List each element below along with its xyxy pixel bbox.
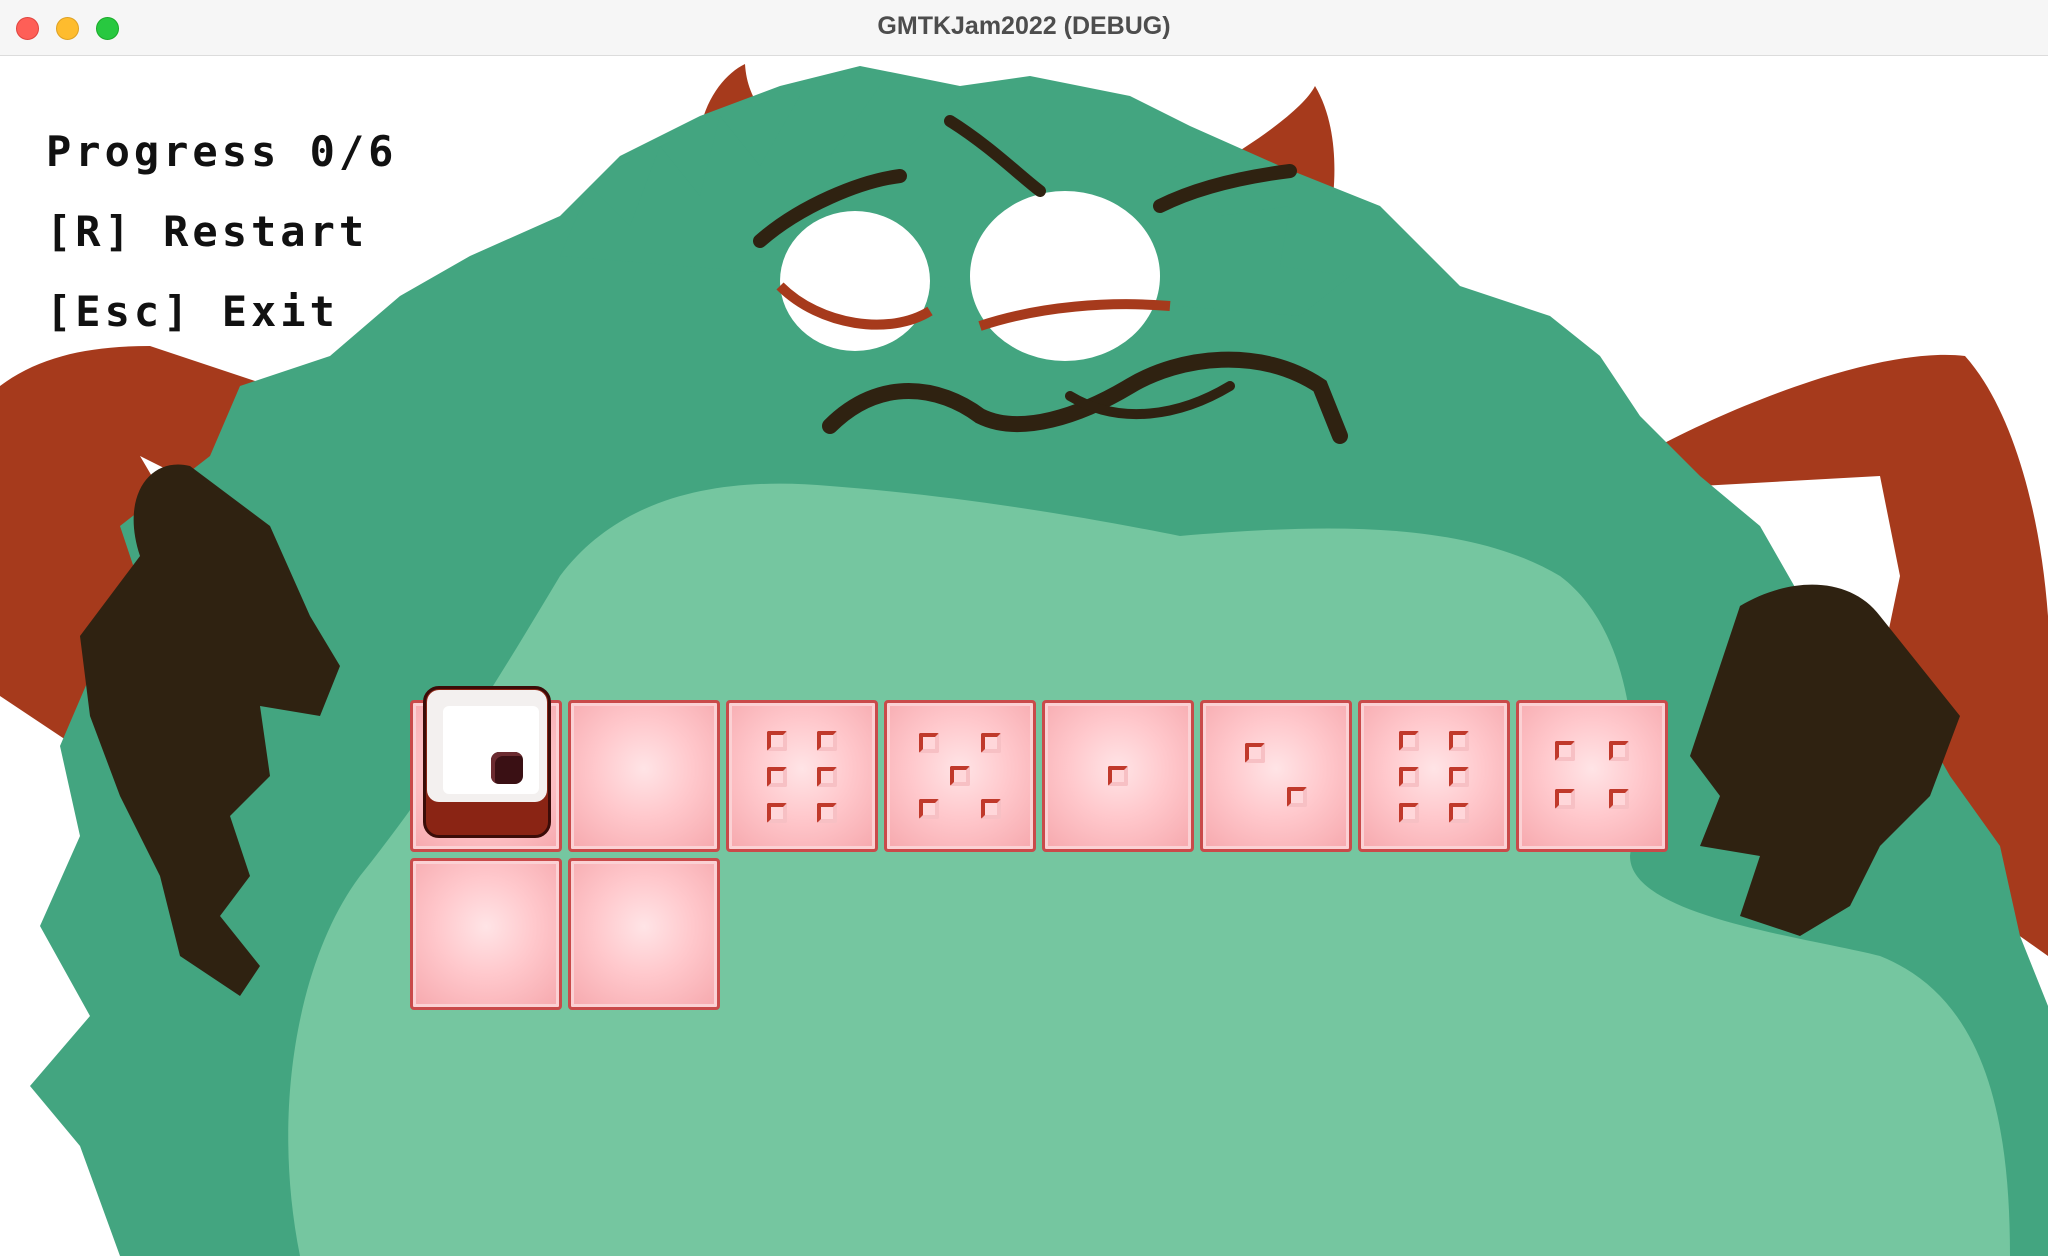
monster-right-eye: [970, 191, 1160, 361]
die-top-face: [427, 690, 547, 802]
window-title: GMTKJam2022 (DEBUG): [877, 12, 1171, 40]
tile-blank[interactable]: [568, 858, 720, 1010]
progress-counter: Progress 0/6: [46, 127, 398, 176]
pips-one: [1045, 703, 1191, 849]
restart-hint[interactable]: [R] Restart: [46, 192, 397, 272]
tile-target-six[interactable]: [726, 700, 878, 852]
game-window: GMTKJam2022 (DEBUG) Progress 0/6 [R] Res…: [0, 0, 2048, 1256]
die-pip: [491, 752, 523, 784]
pips-four: [1519, 703, 1665, 849]
tile-target-two[interactable]: [1200, 700, 1352, 852]
title-bar: GMTKJam2022 (DEBUG): [0, 0, 2048, 56]
exit-hint[interactable]: [Esc] Exit: [46, 272, 397, 352]
pips-two: [1203, 703, 1349, 849]
tile-blank[interactable]: [410, 858, 562, 1010]
tile-target-five[interactable]: [884, 700, 1036, 852]
pips-six: [1361, 703, 1507, 849]
player-die[interactable]: [423, 686, 551, 838]
tile-target-six[interactable]: [1358, 700, 1510, 852]
tile-blank[interactable]: [568, 700, 720, 852]
hud-panel: Progress 0/6 [R] Restart [Esc] Exit: [46, 112, 397, 352]
tile-target-four[interactable]: [1516, 700, 1668, 852]
pips-five: [887, 703, 1033, 849]
monster-left-eye: [780, 211, 930, 351]
tile-target-one[interactable]: [1042, 700, 1194, 852]
pips-six: [729, 703, 875, 849]
game-canvas[interactable]: Progress 0/6 [R] Restart [Esc] Exit: [0, 56, 2048, 1256]
